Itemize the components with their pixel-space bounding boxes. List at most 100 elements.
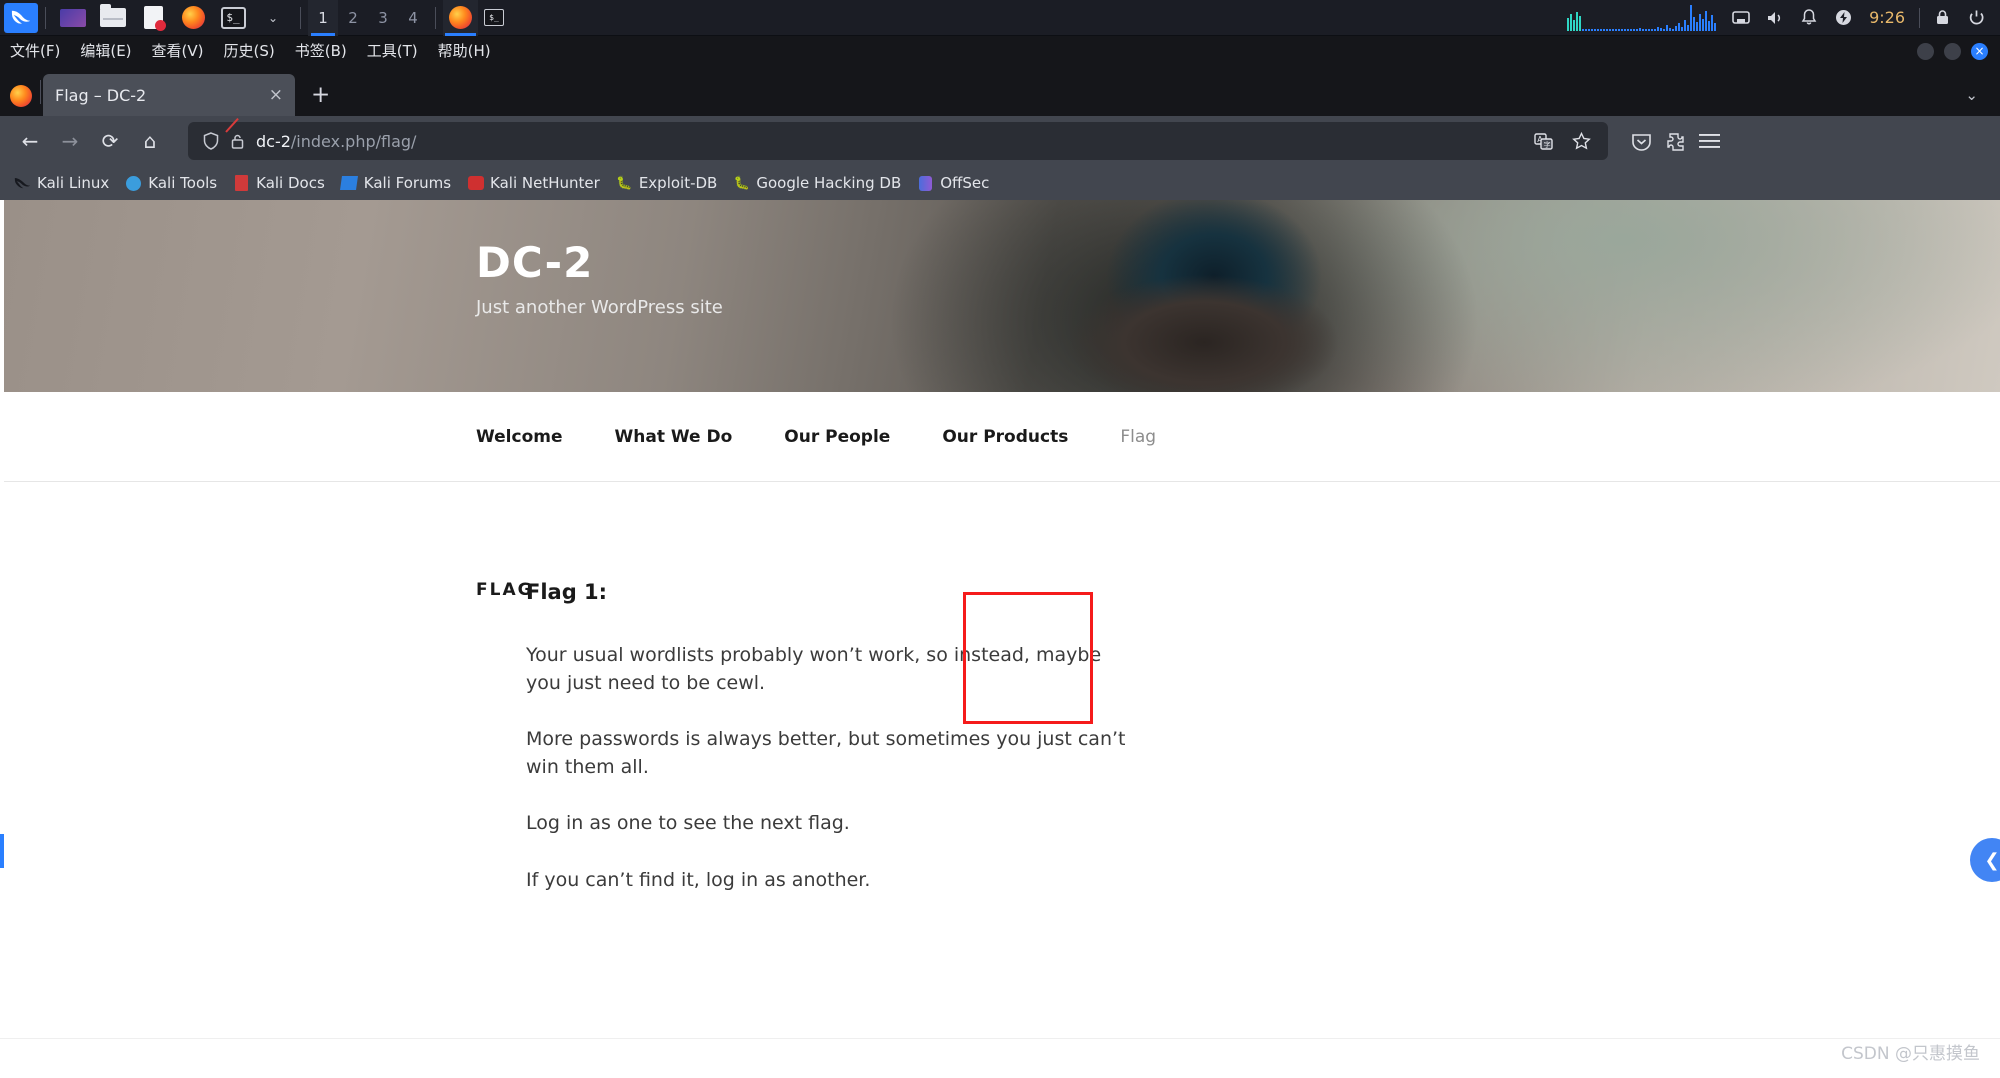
files-icon[interactable]	[58, 4, 88, 32]
workspace-4[interactable]: 4	[398, 0, 428, 36]
firefox-icon[interactable]	[178, 4, 208, 32]
browser-tab-title: Flag – DC-2	[55, 85, 147, 105]
kali-dragon-icon[interactable]	[4, 2, 38, 33]
tray-divider	[1919, 7, 1920, 28]
bookmark-label: Kali Tools	[148, 174, 218, 192]
bell-icon[interactable]	[1793, 3, 1825, 33]
bug-icon: 🐛	[733, 175, 750, 191]
reload-button[interactable]: ⟳	[92, 123, 128, 159]
kali-tools-icon	[125, 175, 142, 192]
workspace-1[interactable]: 1	[308, 0, 338, 36]
kali-nethunter-icon	[467, 175, 484, 192]
firefox-logo-icon	[10, 85, 32, 107]
panel-divider-3	[435, 6, 436, 29]
watermark: CSDN @只惠摸鱼	[1841, 1044, 1980, 1064]
speaker-icon[interactable]	[1759, 3, 1791, 33]
nav-item-our-people[interactable]: Our People	[784, 427, 890, 447]
pocket-icon[interactable]	[1624, 124, 1658, 158]
network-activity-graph[interactable]	[1567, 4, 1717, 31]
bookmark-label: Kali Forums	[363, 174, 452, 192]
left-edge-marker	[0, 834, 4, 868]
content-main: Flag 1: Your usual wordlists probably wo…	[526, 580, 1126, 923]
hamburger-menu-icon[interactable]	[1692, 124, 1726, 158]
url-text: dc-2/index.php/flag/	[250, 132, 1526, 151]
tab-divider	[40, 80, 41, 104]
url-path: /index.php/flag/	[290, 131, 417, 151]
url-domain: dc-2	[256, 131, 291, 151]
menu-tools[interactable]: 工具(T)	[357, 36, 428, 66]
urlbar-actions: A字	[1526, 124, 1598, 158]
menu-edit[interactable]: 编辑(E)	[70, 36, 141, 66]
lock-icon[interactable]	[1926, 3, 1958, 33]
translate-icon[interactable]: A字	[1526, 124, 1560, 158]
folder-icon[interactable]	[98, 4, 128, 32]
bookmark-offsec[interactable]: OffSec	[917, 174, 989, 192]
firefox-window-button[interactable]	[443, 0, 478, 36]
site-branding: DC-2 Just another WordPress site	[476, 238, 723, 318]
close-icon[interactable]: ×	[261, 85, 283, 105]
browser-toolbar: ← → ⟳ ⌂ dc-2/index.php/flag/ A字	[0, 116, 2000, 166]
shield-icon[interactable]	[198, 132, 224, 150]
terminal-window-button[interactable]: $_	[478, 0, 510, 36]
new-tab-button[interactable]: +	[295, 82, 346, 116]
minimize-button[interactable]	[1917, 42, 1934, 60]
home-button[interactable]: ⌂	[132, 123, 168, 159]
forward-button[interactable]: →	[52, 123, 88, 159]
panel-divider-2	[300, 6, 301, 29]
bookmarks-bar: Kali Linux Kali Tools Kali Docs Kali For…	[0, 166, 2000, 200]
bookmark-kali-tools[interactable]: Kali Tools	[125, 174, 217, 192]
menu-bookmarks[interactable]: 书签(B)	[285, 36, 357, 66]
lock-broken-icon[interactable]	[224, 133, 250, 150]
panel-launchers: $_ ⌄ 1 2 3 4 $_	[0, 0, 510, 36]
content-paragraph: Log in as one to see the next flag.	[526, 812, 850, 835]
browser-tab[interactable]: Flag – DC-2 ×	[43, 74, 295, 116]
browser-tabstrip: Flag – DC-2 × + ⌄	[0, 66, 2000, 116]
bookmark-kali-forums[interactable]: Kali Forums	[340, 174, 452, 192]
nav-item-our-products[interactable]: Our Products	[942, 427, 1068, 447]
star-icon[interactable]	[1564, 124, 1598, 158]
power-bolt-icon[interactable]	[1827, 3, 1859, 33]
window-controls: ×	[1917, 42, 2000, 60]
bookmark-label: Google Hacking DB	[756, 174, 902, 192]
kali-forums-icon	[340, 175, 359, 192]
list-all-tabs-icon[interactable]: ⌄	[1965, 86, 2000, 116]
bookmark-google-hacking-db[interactable]: 🐛 Google Hacking DB	[733, 174, 901, 192]
bookmark-label: Kali Docs	[256, 174, 325, 192]
menu-history[interactable]: 历史(S)	[214, 36, 285, 66]
puzzle-icon[interactable]	[1658, 124, 1692, 158]
clock[interactable]: 9:26	[1861, 8, 1913, 27]
bookmark-kali-linux[interactable]: Kali Linux	[14, 174, 109, 192]
workspace-3[interactable]: 3	[368, 0, 398, 36]
address-bar[interactable]: dc-2/index.php/flag/ A字	[188, 122, 1608, 160]
bug-icon: 🐛	[616, 175, 633, 191]
kali-docs-icon	[233, 175, 250, 192]
menu-view[interactable]: 查看(V)	[142, 36, 214, 66]
nav-item-welcome[interactable]: Welcome	[476, 427, 563, 447]
bookmark-label: Kali NetHunter	[490, 174, 600, 192]
logout-icon[interactable]	[1960, 3, 1992, 33]
site-navigation: Welcome What We Do Our People Our Produc…	[4, 392, 2000, 482]
bookmark-exploit-db[interactable]: 🐛 Exploit-DB	[616, 174, 717, 192]
bookmark-label: OffSec	[940, 174, 990, 192]
system-panel: $_ ⌄ 1 2 3 4 $_ 9:26	[0, 0, 2000, 36]
close-button[interactable]: ×	[1971, 42, 1988, 60]
menu-help[interactable]: 帮助(H)	[428, 36, 501, 66]
page-viewport: DC-2 Just another WordPress site Welcome…	[0, 200, 2000, 1078]
bookmark-kali-docs[interactable]: Kali Docs	[233, 174, 325, 192]
nav-item-what-we-do[interactable]: What We Do	[615, 427, 733, 447]
maximize-button[interactable]	[1944, 42, 1961, 60]
workspace-2[interactable]: 2	[338, 0, 368, 36]
svg-text:字: 字	[1543, 140, 1550, 149]
nav-item-flag[interactable]: Flag	[1120, 427, 1156, 447]
terminal-icon[interactable]: $_	[218, 4, 248, 32]
content-paragraph: More passwords is always better, but som…	[526, 728, 1126, 778]
document-icon[interactable]	[138, 4, 168, 32]
site-header-hero: DC-2 Just another WordPress site	[4, 200, 2000, 410]
back-button[interactable]: ←	[12, 123, 48, 159]
site-title: DC-2	[476, 238, 594, 287]
menu-file[interactable]: 文件(F)	[0, 36, 70, 66]
ethernet-icon[interactable]	[1725, 3, 1757, 33]
chevron-down-icon[interactable]: ⌄	[258, 4, 288, 32]
system-tray: 9:26	[1567, 0, 2000, 36]
bookmark-kali-nethunter[interactable]: Kali NetHunter	[467, 174, 600, 192]
